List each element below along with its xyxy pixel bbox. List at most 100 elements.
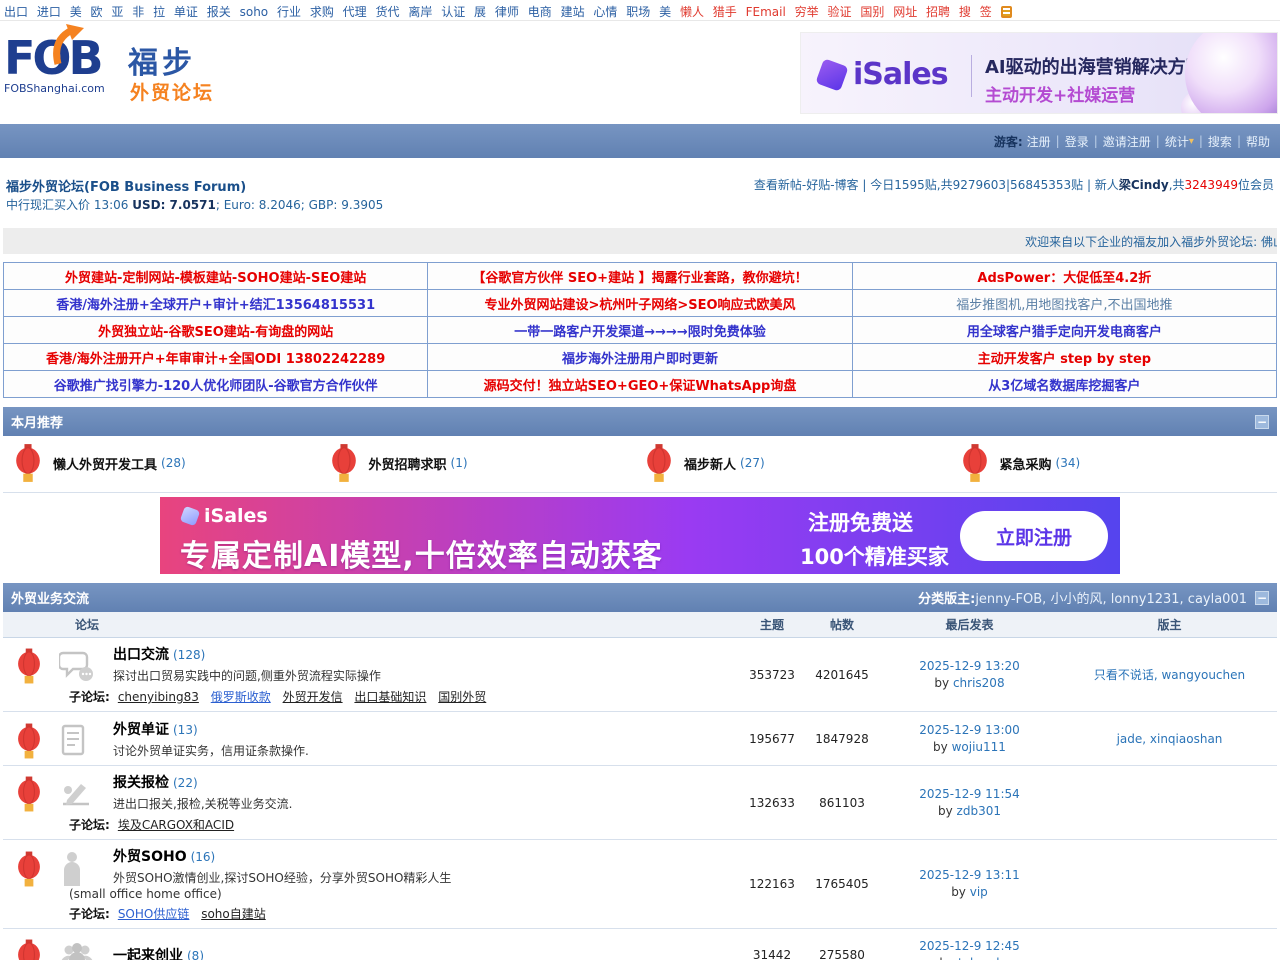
topnav-link-red[interactable]: 签 <box>980 5 992 19</box>
ad-link[interactable]: 福步海外注册用户即时更新 <box>428 348 851 367</box>
topnav-link[interactable]: 非 <box>132 5 144 19</box>
forum-link[interactable]: 一起来创业 <box>113 948 183 960</box>
collapse-button[interactable]: − <box>1255 415 1269 429</box>
forum-link[interactable]: 外贸单证 <box>113 722 169 738</box>
topnav-link[interactable]: 求购 <box>310 5 334 19</box>
subforum-link[interactable]: chenyibing83 <box>118 690 199 704</box>
signature-icon[interactable] <box>1001 6 1012 18</box>
topnav-link[interactable]: 出口 <box>4 5 28 19</box>
topnav-link[interactable]: 律师 <box>495 5 519 19</box>
topnav-link[interactable]: soho <box>240 5 269 19</box>
ad-link[interactable]: 用全球客户猎手定向开发电商客户 <box>853 321 1276 340</box>
topnav-link-red[interactable]: 验证 <box>828 5 852 19</box>
topnav-link-red[interactable]: 网址 <box>893 5 917 19</box>
site-logo[interactable]: FOB FOBShanghai.com <box>4 36 114 95</box>
topnav-link-red[interactable]: 招聘 <box>926 5 950 19</box>
recommend-items: 懒人外贸开发工具 (28) 外贸招聘求职 (1) 福步新人 (27) 紧急采购 … <box>3 436 1277 492</box>
divider: | <box>1056 134 1060 148</box>
last-post-user[interactable]: wojiu111 <box>952 740 1006 754</box>
topnav-link[interactable]: 报关 <box>207 5 231 19</box>
subforum-link[interactable]: 出口基础知识 <box>354 690 426 704</box>
recommend-item[interactable]: 外贸招聘求职 (1) <box>331 444 647 482</box>
topnav-link[interactable]: 认证 <box>441 5 465 19</box>
help-link[interactable]: 帮助 <box>1246 133 1270 150</box>
stats-link[interactable]: 统计 <box>1165 133 1189 150</box>
subforum-link[interactable]: 外贸开发信 <box>283 690 343 704</box>
last-post-user[interactable]: chris208 <box>953 676 1005 690</box>
welcome-link[interactable]: 欢迎来自以下企业的福友加入福步外贸论坛: 佛山 <box>1025 233 1277 250</box>
last-post-date[interactable]: 2025-12-9 13:00 <box>919 723 1020 737</box>
ad-cell: 香港/海外注册+全球开户+审计+结汇13564815531 <box>4 290 428 317</box>
ad-link[interactable]: 一带一路客户开发渠道→→→→限时免费体验 <box>428 321 851 340</box>
topnav-link[interactable]: 建站 <box>561 5 585 19</box>
topnav-link[interactable]: 行业 <box>277 5 301 19</box>
recommend-item[interactable]: 懒人外贸开发工具 (28) <box>15 444 331 482</box>
moderator-link[interactable]: 只看不说话, wangyouchen <box>1094 668 1245 682</box>
ad-link[interactable]: 从3亿域名数据库挖掘客户 <box>853 375 1276 394</box>
topnav-link[interactable]: 欧 <box>91 5 103 19</box>
topnav-link-red[interactable]: FEmail <box>746 5 786 19</box>
moderator-link[interactable]: jade, xinqiaoshan <box>1117 732 1223 746</box>
last-post-date[interactable]: 2025-12-9 13:11 <box>919 868 1020 882</box>
subforum-link[interactable]: 埃及CARGOX和ACID <box>118 818 234 832</box>
chevron-down-icon[interactable]: ▾ <box>1189 136 1194 147</box>
topnav-link-red[interactable]: 穷举 <box>795 5 819 19</box>
moderators-list[interactable]: jenny-FOB, 小小的风, lonny1231, cayla001 <box>975 588 1247 607</box>
topnav-link[interactable]: 亚 <box>111 5 123 19</box>
invite-register-link[interactable]: 邀请注册 <box>1103 133 1151 150</box>
isales-ad-banner[interactable]: iSales 专属定制AI模型,十倍效率自动获客 注册免费送 100个精准买家 … <box>160 497 1120 574</box>
topnav-link[interactable]: 单证 <box>174 5 198 19</box>
last-post-user[interactable]: zdb301 <box>957 804 1001 818</box>
subforum-link[interactable]: soho自建站 <box>201 907 266 921</box>
welcome-marquee: 欢迎来自以下企业的福友加入福步外贸论坛: 佛山 <box>3 228 1277 254</box>
topnav-link[interactable]: 心情 <box>593 5 617 19</box>
ad-link[interactable]: 外贸独立站-谷歌SEO建站-有询盘的网站 <box>4 321 427 340</box>
topnav-link-red[interactable]: 搜 <box>959 5 971 19</box>
ad-link[interactable]: 外贸建站-定制网站-模板建站-SOHO建站-SEO建站 <box>4 267 427 286</box>
topnav-link[interactable]: 代理 <box>343 5 367 19</box>
topnav-link[interactable]: 美 <box>659 5 671 19</box>
topnav-link-red[interactable]: 猎手 <box>713 5 737 19</box>
topnav-link[interactable]: 职场 <box>626 5 650 19</box>
recommend-item[interactable]: 福步新人 (27) <box>646 444 962 482</box>
topnav-link-red[interactable]: 懒人 <box>680 5 704 19</box>
register-now-button[interactable]: 立即注册 <box>960 511 1108 561</box>
search-link[interactable]: 搜索 <box>1208 133 1232 150</box>
last-post-date[interactable]: 2025-12-9 13:20 <box>919 659 1020 673</box>
login-link[interactable]: 登录 <box>1065 133 1089 150</box>
subforum-label: 子论坛: <box>69 907 110 921</box>
newest-member[interactable]: 梁Cindy <box>1119 178 1169 192</box>
forum-link[interactable]: 出口交流 <box>113 647 169 663</box>
ad-link[interactable]: 专业外贸网站建设>杭州叶子网络>SEO响应式欧美风 <box>428 294 851 313</box>
ad-link[interactable]: 谷歌推广找引擎力-120人优化师团队-谷歌官方合作伙伴 <box>4 375 427 394</box>
topnav-link[interactable]: 展 <box>474 5 486 19</box>
forum-link[interactable]: 外贸SOHO <box>113 849 187 865</box>
topnav-link[interactable]: 美 <box>70 5 82 19</box>
ad-link[interactable]: 【谷歌官方伙伴 SEO+建站 】揭露行业套路，教你避坑！ <box>428 267 851 286</box>
forum-link[interactable]: 报关报检 <box>113 775 169 791</box>
collapse-button[interactable]: − <box>1255 591 1269 605</box>
recommend-item[interactable]: 紧急采购 (34) <box>962 444 1278 482</box>
ad-link[interactable]: 香港/海外注册开户+年审审计+全国ODI 13802242289 <box>4 348 427 367</box>
ad-link[interactable]: 福步推图机,用地图找客户,不出国地推 <box>853 294 1276 313</box>
subforum-link[interactable]: SOHO供应链 <box>118 907 190 921</box>
ad-link[interactable]: 主动开发客户 step by step <box>853 348 1276 367</box>
ad-link[interactable]: 香港/海外注册+全球开户+审计+结汇13564815531 <box>4 294 427 313</box>
register-link[interactable]: 注册 <box>1027 133 1051 150</box>
last-post-user[interactable]: vip <box>970 885 988 899</box>
ad-link[interactable]: AdsPower：大促低至4.2折 <box>853 267 1276 286</box>
subforum-link[interactable]: 俄罗斯收款 <box>211 690 271 704</box>
last-post-user[interactable]: takpod <box>958 956 1000 960</box>
topnav-link[interactable]: 货代 <box>376 5 400 19</box>
topnav-link[interactable]: 离岸 <box>408 5 432 19</box>
ad-link[interactable]: 源码交付！独立站SEO+GEO+保证WhatsApp询盘 <box>428 375 851 394</box>
last-post-date[interactable]: 2025-12-9 11:54 <box>919 787 1020 801</box>
topnav-link-red[interactable]: 国别 <box>860 5 884 19</box>
topnav-link[interactable]: 拉 <box>153 5 165 19</box>
subforum-link[interactable]: 国别外贸 <box>438 690 486 704</box>
topnav-link[interactable]: 电商 <box>528 5 552 19</box>
topnav-link[interactable]: 进口 <box>37 5 61 19</box>
header-ad-banner[interactable]: iSales AI驱动的出海营销解决方案 主动开发+社媒运营 <box>800 32 1278 114</box>
new-posts-link[interactable]: 查看新帖-好贴-博客 <box>754 178 859 192</box>
last-post-date[interactable]: 2025-12-9 12:45 <box>919 939 1020 953</box>
